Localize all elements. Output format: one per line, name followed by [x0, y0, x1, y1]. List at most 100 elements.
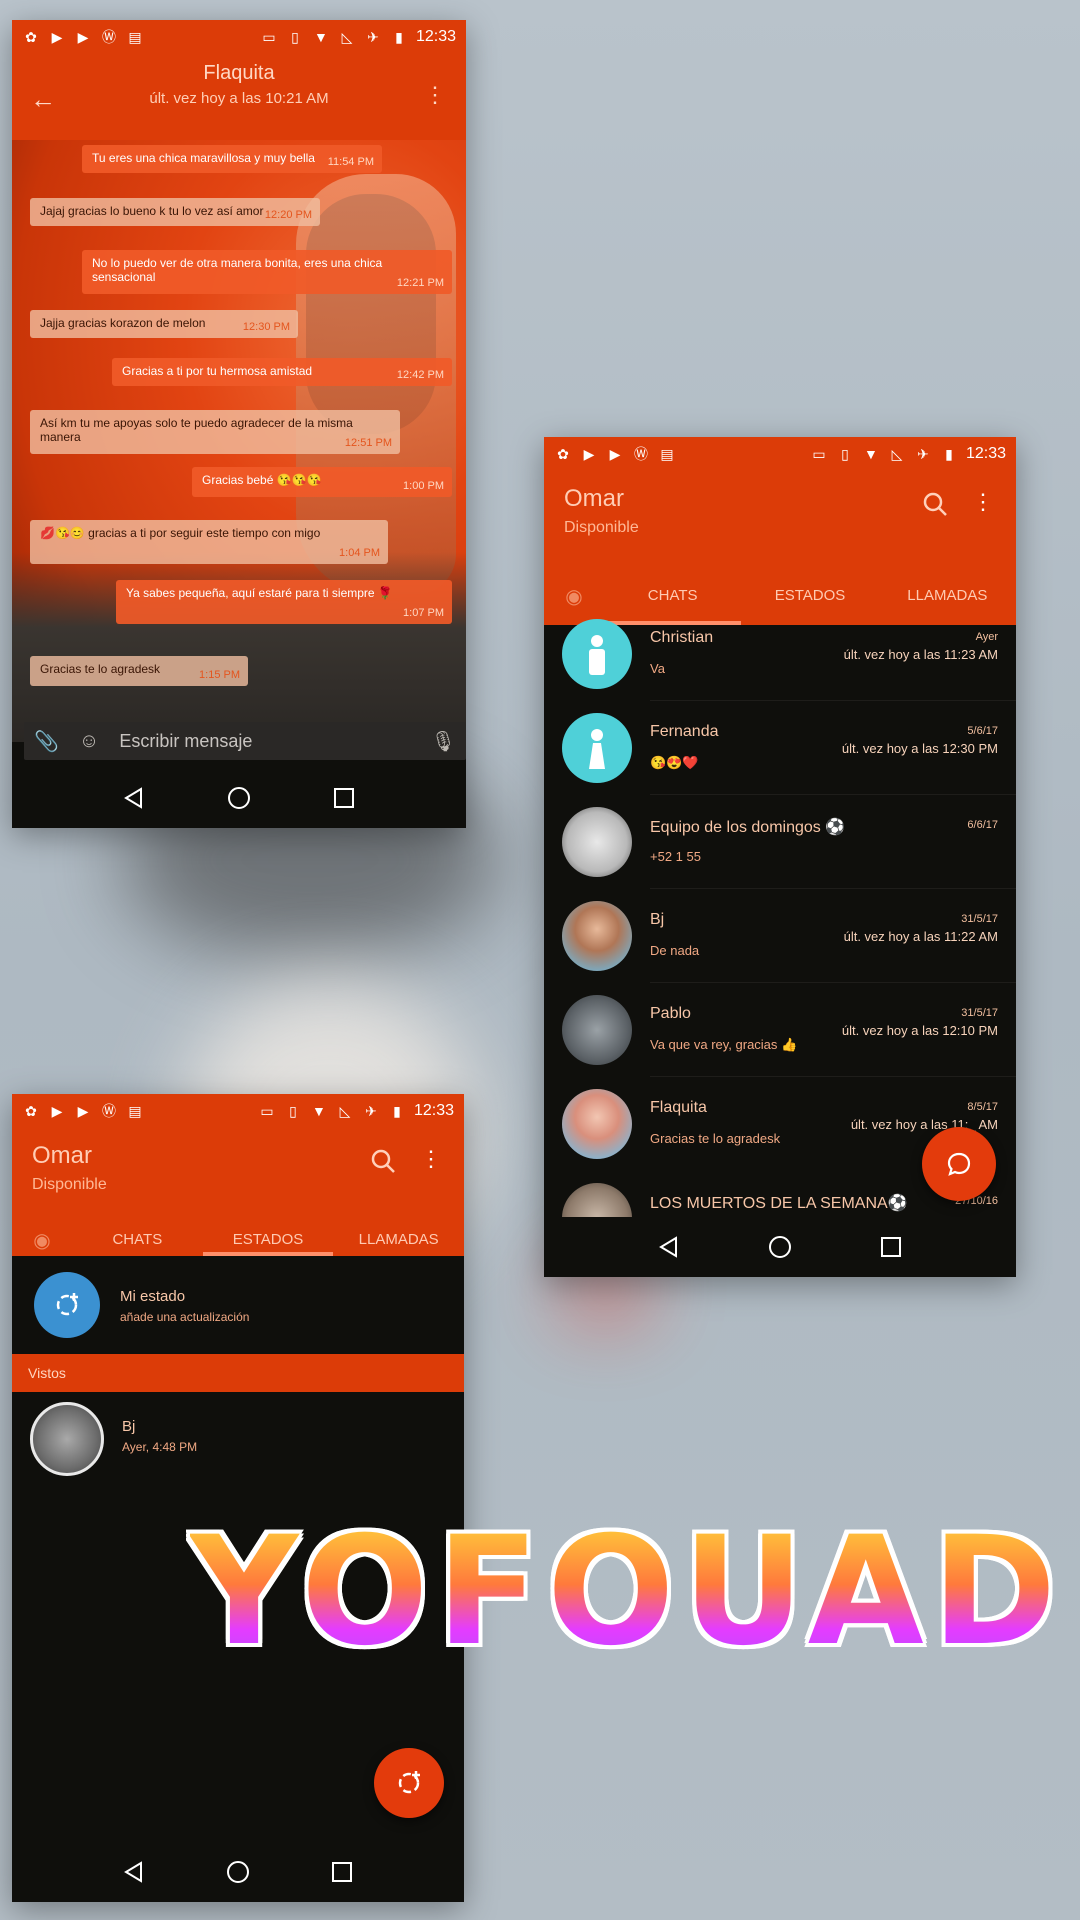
- tab-chats[interactable]: CHATS: [72, 1224, 203, 1256]
- recents-nav-icon[interactable]: [332, 786, 356, 810]
- no-signal-icon: ◺: [891, 445, 903, 462]
- wordpress-icon: Ⓦ: [102, 1103, 116, 1119]
- message-text: Jajja gracias korazon de melon: [40, 316, 206, 330]
- tab-llamadas[interactable]: LLAMADAS: [333, 1224, 464, 1256]
- chat-date: 31/5/17: [961, 913, 998, 925]
- message-input[interactable]: Escribir mensaje: [119, 731, 410, 752]
- wifi-icon: ▼: [314, 29, 328, 45]
- chat-date: 5/6/17: [967, 725, 998, 737]
- youtube-icon: ▶: [583, 445, 595, 462]
- chat-date: 31/5/17: [961, 1007, 998, 1019]
- home-nav-icon[interactable]: [226, 1860, 250, 1884]
- clock: 12:33: [965, 445, 1006, 462]
- clock: 12:33: [413, 1102, 454, 1119]
- watermark-logo: YOFOUAD: [190, 1517, 1057, 1667]
- back-nav-icon[interactable]: [122, 1860, 146, 1884]
- back-nav-icon[interactable]: [657, 1235, 681, 1259]
- search-icon[interactable]: [370, 1148, 396, 1179]
- last-seen: últ. vez hoy a las 10:21 AM: [149, 90, 329, 107]
- message-text: No lo puedo ver de otra manera bonita, e…: [92, 256, 383, 284]
- avatar[interactable]: [30, 1402, 104, 1476]
- avatar[interactable]: [562, 1183, 632, 1217]
- chat-row[interactable]: Christian Va Ayer últ. vez hoy a las 11:…: [544, 607, 1016, 701]
- camera-icon[interactable]: ◉: [12, 1228, 72, 1253]
- home-nav-icon[interactable]: [768, 1235, 792, 1259]
- message-bubble[interactable]: Ya sabes pequeña, aquí estaré para ti si…: [116, 580, 452, 624]
- avatar[interactable]: [562, 619, 632, 689]
- airplane-icon: ✈: [365, 1102, 377, 1119]
- contact-name[interactable]: Flaquita: [12, 62, 466, 85]
- recents-nav-icon[interactable]: [330, 1860, 354, 1884]
- recents-nav-icon[interactable]: [879, 1235, 903, 1259]
- avatar[interactable]: [562, 807, 632, 877]
- message-bubble[interactable]: Tu eres una chica maravillosa y muy bell…: [82, 145, 382, 173]
- message-text: Tu eres una chica maravillosa y muy bell…: [92, 151, 315, 165]
- notification-icon: ✿: [25, 28, 37, 45]
- search-icon[interactable]: [922, 491, 948, 522]
- chat-row[interactable]: Fernanda 😘😍❤️ 5/6/17 últ. vez hoy a las …: [544, 701, 1016, 795]
- chat-name: LOS MUERTOS DE LA SEMANA⚽: [650, 1195, 908, 1212]
- message-bubble[interactable]: No lo puedo ver de otra manera bonita, e…: [82, 250, 452, 294]
- chat-name: Flaquita: [650, 1099, 707, 1116]
- user-status: Disponible: [32, 1176, 107, 1193]
- vibrate-icon: ▯: [291, 28, 299, 45]
- message-bubble[interactable]: 💋😘😊 gracias a ti por seguir este tiempo …: [30, 520, 388, 564]
- sim-icon: ▤: [660, 445, 674, 462]
- home-nav-icon[interactable]: [227, 786, 251, 810]
- message-bubble[interactable]: Jajja gracias korazon de melon 12:30 PM: [30, 310, 298, 338]
- overflow-menu-icon[interactable]: ⋮: [424, 82, 446, 108]
- notification-icon: ✿: [25, 1102, 37, 1119]
- avatar[interactable]: [562, 995, 632, 1065]
- add-status-button[interactable]: [374, 1748, 444, 1818]
- chat-last-seen: últ. vez hoy a las 11:23 AM: [843, 647, 998, 662]
- message-bubble[interactable]: Gracias bebé 😘😘😘 1:00 PM: [192, 467, 452, 497]
- message-text: Jajaj gracias lo bueno k tu lo vez así a…: [40, 204, 264, 218]
- chat-last-seen: últ. vez hoy a las 12:30 PM: [841, 741, 998, 756]
- camera-icon[interactable]: ◉: [544, 584, 604, 609]
- avatar[interactable]: [562, 901, 632, 971]
- message-time: 12:30 PM: [242, 321, 290, 333]
- avatar[interactable]: [562, 713, 632, 783]
- chat-date: 8/5/17: [967, 1101, 998, 1113]
- overflow-menu-icon[interactable]: ⋮: [972, 489, 994, 515]
- chat-name: Bj: [650, 911, 665, 928]
- status-bar: ✿ ▶ ▶ Ⓦ ▤ ▭ ▯ ▼ ◺ ✈ ▮ 12:33: [12, 1094, 464, 1128]
- microphone-icon[interactable]: 🎙: [431, 729, 456, 754]
- nav-bar: [12, 1842, 464, 1902]
- message-bubble[interactable]: Gracias te lo agradesk 1:15 PM: [30, 656, 248, 686]
- avatar[interactable]: [562, 1089, 632, 1159]
- emoji-icon[interactable]: ☺: [79, 730, 99, 753]
- user-name: Omar: [564, 485, 624, 512]
- tab-estados[interactable]: ESTADOS: [202, 1224, 334, 1256]
- status-row[interactable]: Bj Ayer, 4:48 PM: [12, 1392, 464, 1492]
- chat-row[interactable]: Pablo Va que va rey, gracias 👍 31/5/17 ú…: [544, 983, 1016, 1077]
- chat-last-message: Gracias te lo agradesk: [650, 1131, 781, 1146]
- message-text: Así km tu me apoyas solo te puedo agrade…: [40, 416, 353, 444]
- chat-last-seen: últ. vez hoy a las 11:_ AM: [850, 1117, 998, 1132]
- chat-header: ← Flaquita últ. vez hoy a las 10:21 AM ⋮: [12, 54, 466, 140]
- wifi-icon: ▼: [864, 446, 878, 462]
- status-bar: ✿ ▶ ▶ Ⓦ ▤ ▭ ▯ ▼ ◺ ✈ ▮ 12:33: [12, 20, 466, 54]
- chat-last-message: 😘😍❤️: [650, 755, 699, 770]
- message-time: 12:51 PM: [344, 437, 392, 449]
- message-bubble[interactable]: Jajaj gracias lo bueno k tu lo vez así a…: [30, 198, 320, 226]
- message-bubble[interactable]: Así km tu me apoyas solo te puedo agrade…: [30, 410, 400, 454]
- my-status-row[interactable]: Mi estado añade una actualización: [12, 1256, 464, 1354]
- chat-last-message: Va que va rey, gracias 👍: [650, 1037, 798, 1052]
- cast-icon: ▭: [812, 445, 826, 462]
- status-screen: ✿ ▶ ▶ Ⓦ ▤ ▭ ▯ ▼ ◺ ✈ ▮ 12:33 Omar Disponi…: [12, 1094, 464, 1902]
- youtube-icon: ▶: [51, 28, 63, 45]
- chat-row[interactable]: Equipo de los domingos ⚽ +52 1 55 6/6/17: [544, 795, 1016, 889]
- chats-list-screen: ✿ ▶ ▶ Ⓦ ▤ ▭ ▯ ▼ ◺ ✈ ▮ 12:33 Omar Disponi…: [544, 437, 1016, 1277]
- chat-row[interactable]: Bj De nada 31/5/17 últ. vez hoy a las 11…: [544, 889, 1016, 983]
- cast-icon: ▭: [260, 1102, 274, 1119]
- nav-bar: [544, 1217, 1016, 1277]
- add-status-icon[interactable]: [34, 1272, 100, 1338]
- user-status: Disponible: [564, 519, 639, 536]
- user-name: Omar: [32, 1142, 92, 1169]
- new-chat-button[interactable]: [922, 1127, 996, 1201]
- message-bubble[interactable]: Gracias a ti por tu hermosa amistad 12:4…: [112, 358, 452, 386]
- back-nav-icon[interactable]: [122, 786, 146, 810]
- attach-icon[interactable]: 📎: [34, 729, 59, 754]
- overflow-menu-icon[interactable]: ⋮: [420, 1146, 442, 1172]
